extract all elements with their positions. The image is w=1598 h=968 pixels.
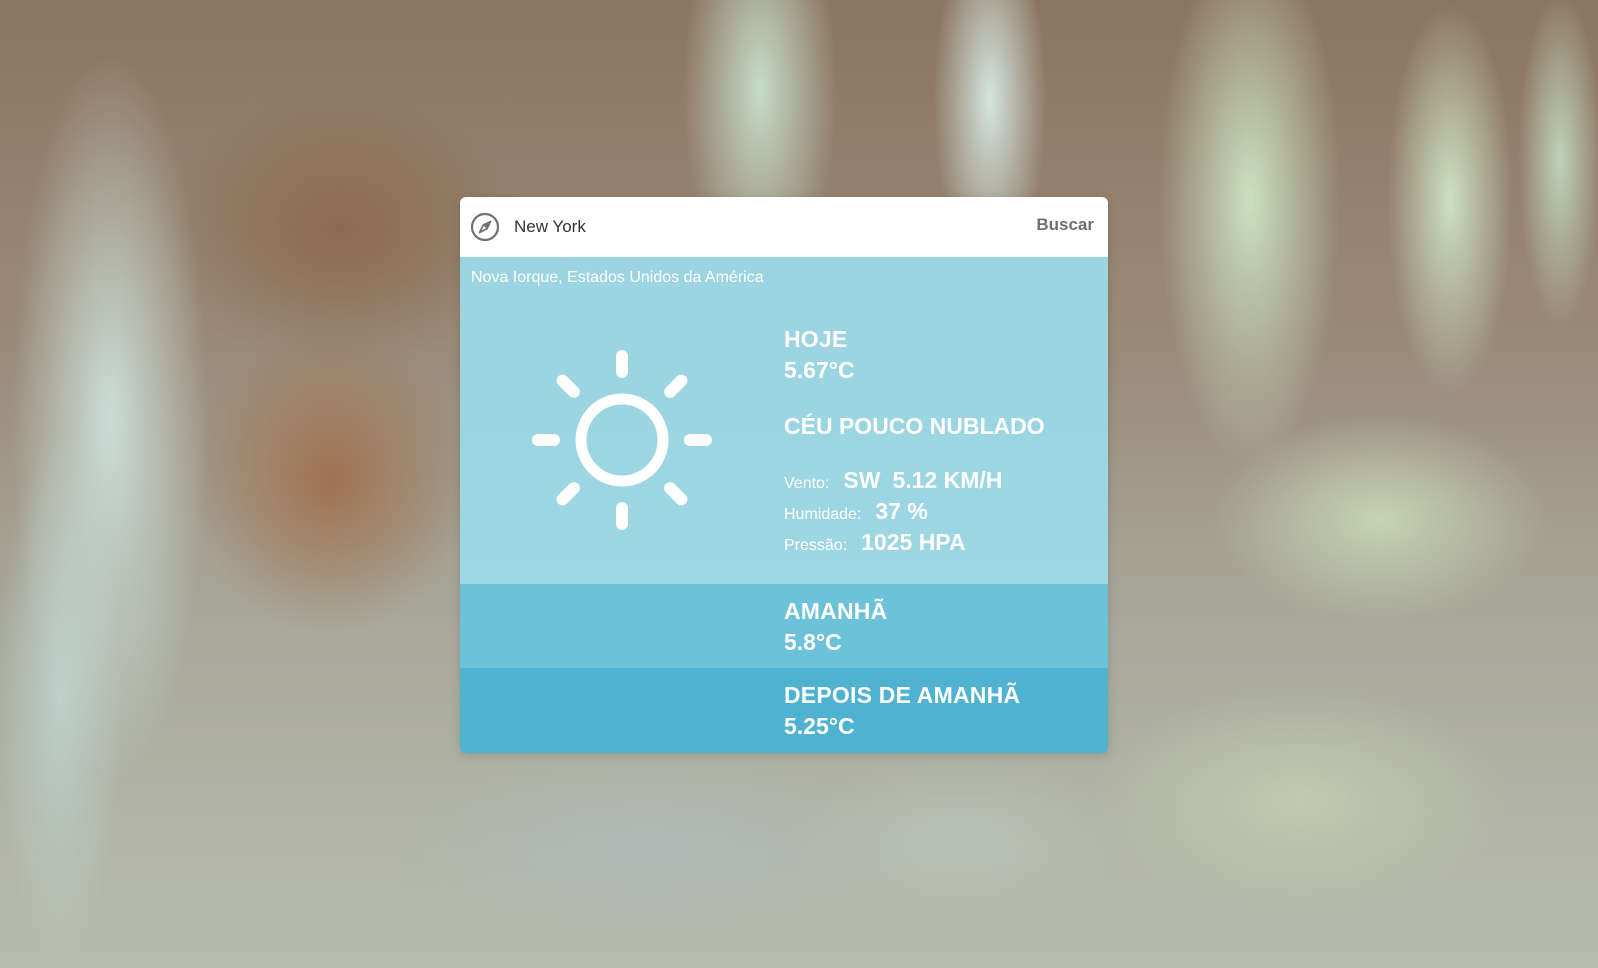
after-tomorrow-temperature: 5.25°C: [784, 713, 855, 739]
wind-row: Vento: SW 5.12 KM/H: [784, 467, 1045, 498]
tomorrow-panel: AMANHÃ 5.8°C: [460, 584, 1108, 668]
sun-icon: [532, 350, 712, 530]
tomorrow-temperature: 5.8°C: [784, 629, 842, 655]
wind-direction: SW: [843, 467, 881, 493]
today-condition: CÉU POUCO NUBLADO: [784, 413, 1045, 439]
pressure-row: Pressão: 1025 HPA: [784, 529, 1045, 560]
tomorrow-info: AMANHÃ 5.8°C: [784, 596, 887, 658]
search-button[interactable]: Buscar: [1036, 215, 1094, 235]
after-tomorrow-title: DEPOIS DE AMANHÃ: [784, 682, 1021, 708]
weather-card: Buscar Nova Iorque, Estados Unidos da Am…: [460, 197, 1108, 753]
search-input[interactable]: [514, 211, 994, 243]
pressure-label: Pressão:: [784, 537, 848, 554]
after-tomorrow-panel: DEPOIS DE AMANHÃ 5.25°C: [460, 668, 1108, 753]
after-tomorrow-info: DEPOIS DE AMANHÃ 5.25°C: [784, 680, 1020, 742]
wind-speed: 5.12 KM/H: [892, 467, 1003, 493]
today-title: HOJE: [784, 326, 848, 352]
tomorrow-title: AMANHÃ: [784, 598, 888, 624]
humidity-label: Humidade:: [784, 506, 862, 523]
compass-icon[interactable]: [470, 212, 500, 242]
today-info: HOJE 5.67°C CÉU POUCO NUBLADO Vento: SW …: [784, 324, 1045, 560]
humidity-value: 37 %: [875, 498, 928, 524]
today-temperature: 5.67°C: [784, 357, 855, 383]
today-panel: Nova Iorque, Estados Unidos da América H…: [460, 257, 1108, 584]
search-bar: Buscar: [460, 197, 1108, 257]
wind-label: Vento:: [784, 475, 830, 492]
humidity-row: Humidade: 37 %: [784, 498, 1045, 529]
location-label: Nova Iorque, Estados Unidos da América: [471, 269, 764, 286]
today-details: Vento: SW 5.12 KM/H Humidade: 37 % Press…: [784, 467, 1045, 560]
pressure-value: 1025 HPA: [861, 529, 966, 555]
